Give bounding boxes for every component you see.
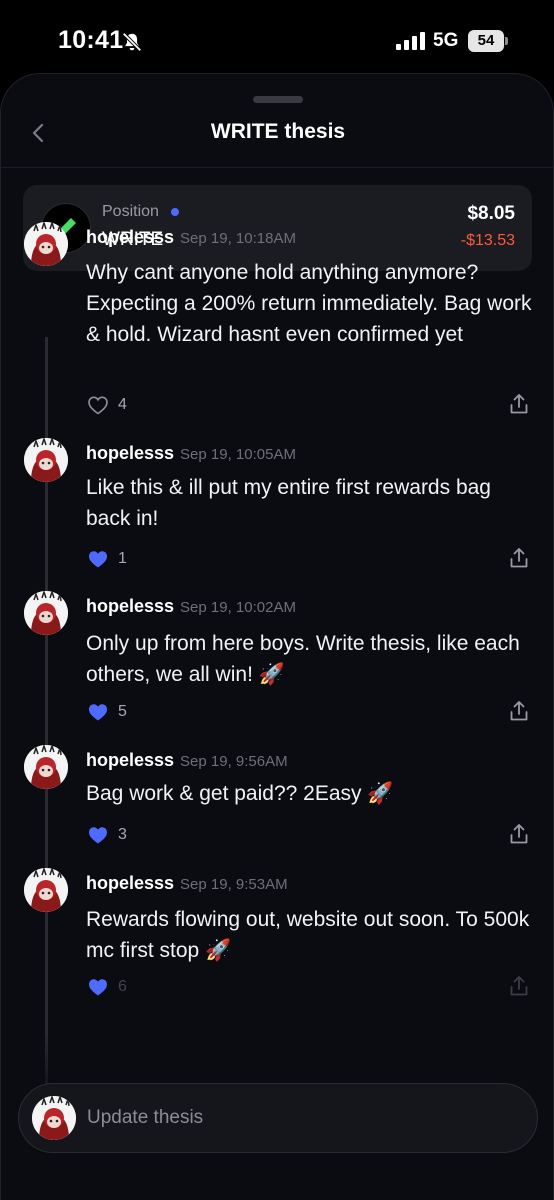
post-header: hopelesss Sep 19, 9:53AM	[86, 873, 288, 894]
heart-icon[interactable]	[87, 701, 109, 723]
thesis-input[interactable]: Update thesis	[87, 1107, 203, 1129]
post-header: hopelesss Sep 19, 9:56AM	[86, 750, 288, 771]
like-count: 6	[118, 978, 127, 995]
share-icon[interactable]	[508, 393, 530, 415]
like-count: 1	[118, 550, 127, 567]
post-author[interactable]: hopelesss	[86, 873, 174, 893]
status-time: 10:41	[58, 26, 124, 54]
heart-icon[interactable]	[87, 824, 109, 846]
post-author[interactable]: hopelesss	[86, 750, 174, 770]
position-value: $8.05	[467, 203, 515, 224]
sheet-grabber[interactable]	[253, 96, 303, 103]
share-icon[interactable]	[508, 823, 530, 845]
composer[interactable]: Update thesis	[18, 1083, 538, 1153]
heart-icon[interactable]	[87, 976, 109, 998]
share-icon[interactable]	[508, 700, 530, 722]
post-text: Like this & ill put my entire first rewa…	[86, 476, 491, 530]
position-change: -$13.53	[460, 232, 515, 249]
bell-slash-icon	[122, 32, 142, 52]
post-time: Sep 19, 10:18AM	[180, 230, 296, 247]
like-count: 3	[118, 826, 127, 843]
post-time: Sep 19, 10:02AM	[180, 599, 296, 616]
avatar[interactable]	[24, 591, 68, 635]
post-text: Rewards flowing out, website out soon. T…	[86, 908, 530, 962]
battery-icon: 54	[468, 30, 504, 52]
avatar[interactable]	[24, 868, 68, 912]
page-title: WRITE thesis	[210, 120, 346, 143]
avatar[interactable]	[24, 745, 68, 789]
composer-avatar	[32, 1096, 76, 1140]
like-count: 5	[118, 703, 127, 720]
post-header: hopelesss Sep 19, 10:05AM	[86, 443, 296, 464]
post-time: Sep 19, 9:56AM	[180, 753, 288, 770]
post-text: Bag work & get paid?? 2Easy 🚀	[86, 782, 394, 805]
like-count: 4	[118, 396, 127, 413]
post-author[interactable]: hopelesss	[86, 596, 174, 616]
battery-tip	[505, 37, 508, 45]
position-label: Position	[102, 203, 159, 220]
post-text: Why cant anyone hold anything anymore? E…	[86, 261, 532, 346]
signal-icon	[396, 32, 425, 50]
share-icon[interactable]	[508, 975, 530, 997]
avatar[interactable]	[24, 438, 68, 482]
share-icon[interactable]	[508, 547, 530, 569]
status-dot	[171, 208, 179, 216]
header-divider	[1, 167, 553, 168]
post-time: Sep 19, 9:53AM	[180, 876, 288, 893]
thesis-sheet: WRITE thesis Position WRITE $8.05 -$13.5…	[0, 73, 554, 1200]
post-text: Only up from here boys. Write thesis, li…	[86, 632, 520, 686]
post-header: hopelesss Sep 19, 10:02AM	[86, 596, 296, 617]
post-time: Sep 19, 10:05AM	[180, 446, 296, 463]
post-header: hopelesss Sep 19, 10:18AM	[86, 227, 296, 248]
post-author[interactable]: hopelesss	[86, 227, 174, 247]
heart-icon[interactable]	[87, 394, 109, 416]
heart-icon[interactable]	[87, 548, 109, 570]
status-bar: 10:41 5G 54	[0, 0, 554, 80]
post-author[interactable]: hopelesss	[86, 443, 174, 463]
avatar[interactable]	[24, 222, 68, 266]
network-type: 5G	[433, 30, 459, 51]
